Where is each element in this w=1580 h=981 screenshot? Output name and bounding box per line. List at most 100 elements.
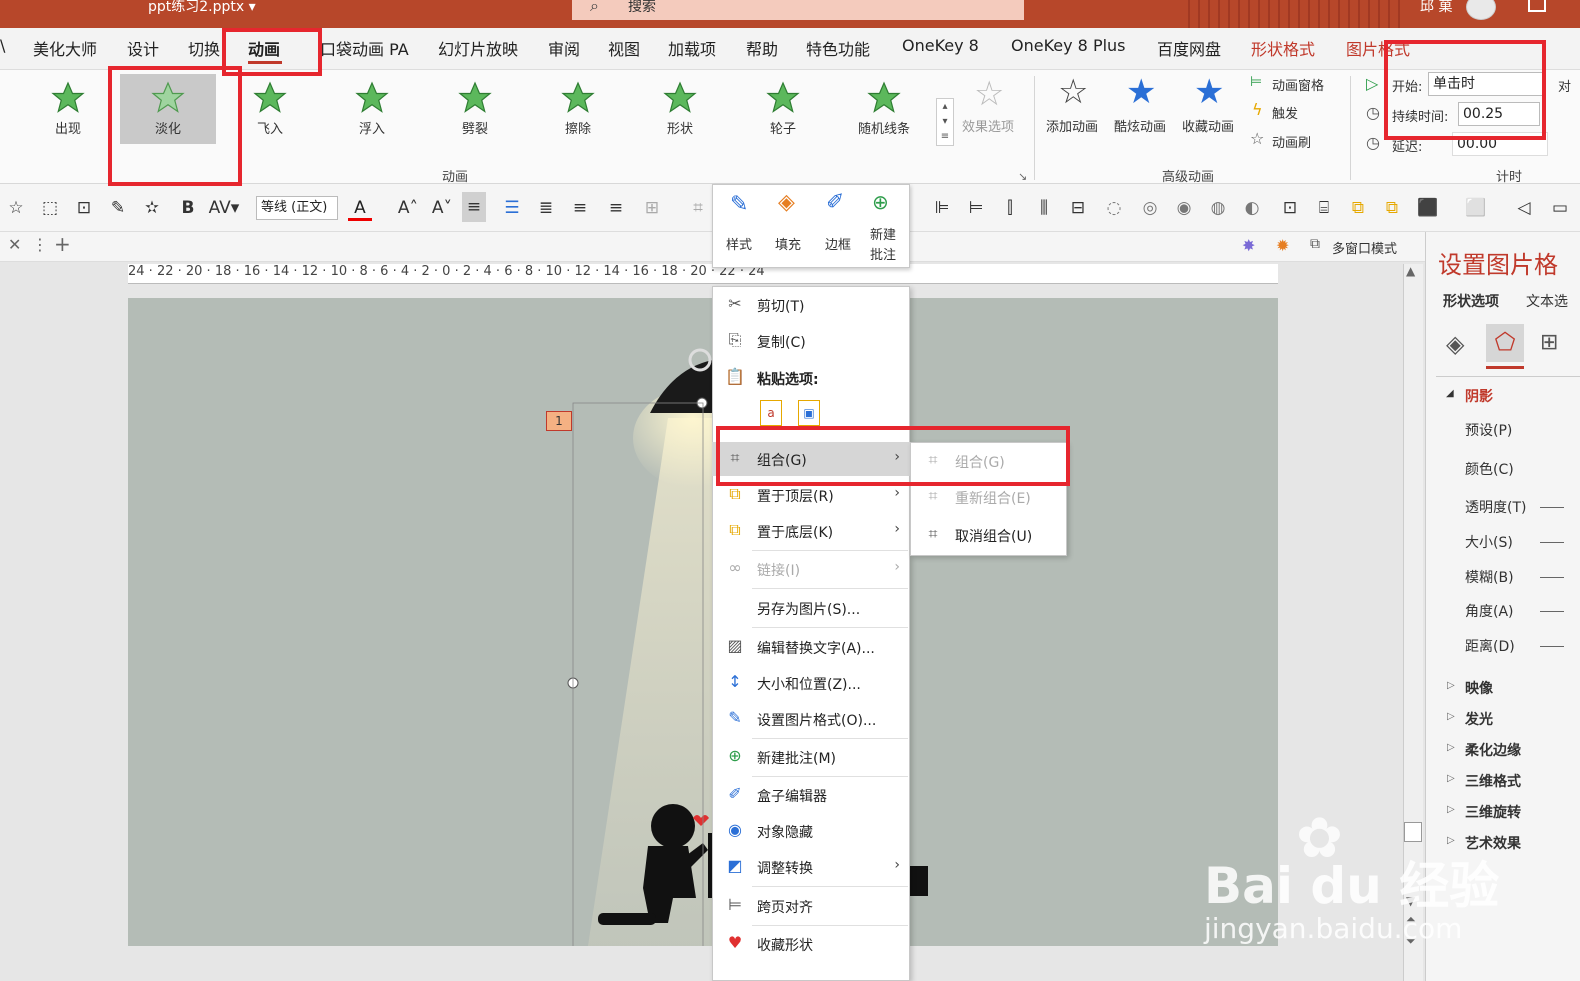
brush-icon[interactable]: ✎ [106, 198, 130, 218]
tab-slideshow[interactable]: 幻灯片放映 [438, 36, 518, 60]
menu-size-position[interactable]: ↕ 大小和位置(Z)... [712, 666, 910, 700]
distance-slider[interactable] [1540, 646, 1564, 647]
section-expand-icon[interactable]: ◢ [1446, 388, 1454, 399]
angle-slider[interactable] [1540, 611, 1564, 612]
align-right-icon[interactable]: ≡ [604, 198, 628, 218]
justify-icon[interactable]: ≣ [534, 198, 558, 218]
restore-icon[interactable] [1528, 0, 1546, 12]
fragment-icon[interactable]: ◍ [1206, 198, 1230, 218]
section-shadow[interactable]: 阴影 [1465, 386, 1493, 406]
align-left-icon[interactable]: ≡ [568, 198, 592, 218]
mini-fill-button[interactable]: 填充 [775, 234, 801, 253]
menu-new-comment[interactable]: ⊕ 新建批注(M) [712, 740, 910, 774]
size-slider[interactable] [1540, 542, 1564, 543]
anim-random-bars[interactable]: 随机线条 [836, 74, 932, 144]
tab-baidu-netdisk[interactable]: 百度网盘 [1157, 36, 1221, 60]
tab-addins[interactable]: 加载项 [668, 36, 716, 60]
tab-review[interactable]: 审阅 [548, 36, 580, 60]
close-tab-icon[interactable]: ✕ [8, 235, 21, 254]
menu-fav-shape[interactable]: ♥ 收藏形状 [712, 927, 910, 961]
dialog-launcher-icon[interactable]: ↘ [1018, 170, 1027, 183]
mini-style-button[interactable]: 样式 [726, 234, 752, 253]
anim-split[interactable]: 劈裂 [427, 74, 523, 144]
animation-order-tag[interactable]: 1 [546, 411, 572, 431]
tab-menu-icon[interactable]: ⋮ [32, 235, 48, 254]
section-reflection[interactable]: 映像 [1465, 678, 1493, 698]
table-icon[interactable]: ⊞ [640, 198, 664, 218]
group-shapes-icon[interactable]: ⊡ [1278, 198, 1302, 218]
multiwindow-button[interactable]: 多窗口模式 [1332, 238, 1397, 257]
menu-cross-page-align[interactable]: ⊨ 跨页对齐 [712, 889, 910, 923]
fav-animation-button[interactable]: 收藏动画 [1182, 116, 1234, 135]
font-name-select[interactable]: 等线 (正文) [256, 196, 338, 220]
blur-slider[interactable] [1540, 577, 1564, 578]
menu-edit-alt-text[interactable]: ▨ 编辑替换文字(A)... [712, 630, 910, 664]
magic-icon[interactable]: ✸ [1242, 236, 1255, 255]
distribute-h-icon[interactable]: ⫼ [1032, 198, 1056, 218]
anim-wipe[interactable]: 擦除 [530, 74, 626, 144]
merge-shapes-icon[interactable]: ◌ [1102, 198, 1126, 218]
tab-design[interactable]: 设计 [127, 36, 159, 60]
combine-icon[interactable]: ◉ [1172, 198, 1196, 218]
menu-save-as-picture[interactable]: 另存为图片(S)... [712, 591, 910, 625]
anim-star-icon[interactable]: ☆ [4, 198, 28, 218]
section-collapsed-icon[interactable]: ▷ [1447, 680, 1455, 691]
pane-tab-text[interactable]: 文本选 [1526, 291, 1568, 311]
distribute-v-icon[interactable]: ⊟ [1066, 198, 1090, 218]
align-objects-left-icon[interactable]: ⊫ [930, 198, 954, 218]
section-soft-edges[interactable]: 柔化边缘 [1465, 740, 1521, 760]
shape-outline-icon[interactable]: ⬜ [1464, 198, 1488, 218]
section-collapsed-icon[interactable]: ▷ [1447, 711, 1455, 722]
crop-icon[interactable]: ⌗ [686, 198, 710, 218]
effects-pentagon-icon[interactable]: ⬠ [1486, 324, 1524, 362]
mini-new-comment-line2[interactable]: 批注 [870, 244, 896, 263]
send-backward-icon[interactable]: ⧉ [1380, 198, 1404, 218]
trigger-button[interactable]: 触发 [1272, 103, 1298, 122]
shape-fill-icon[interactable]: ⬛ [1416, 198, 1440, 218]
align-objects-center-icon[interactable]: ⊨ [964, 198, 988, 218]
menu-hide-object[interactable]: ◉ 对象隐藏 [712, 814, 910, 848]
pane-tab-shape[interactable]: 形状选项 [1443, 291, 1499, 311]
section-collapsed-icon[interactable]: ▷ [1447, 804, 1455, 815]
star-effect-icon[interactable]: ✫ [140, 198, 164, 218]
tab-onekey8-plus[interactable]: OneKey 8 Plus [1011, 36, 1126, 55]
menu-box-editor[interactable]: ✐ 盒子编辑器 [712, 778, 910, 812]
menu-copy[interactable]: ⎘ 复制(C) [712, 324, 910, 358]
decrease-font-icon[interactable]: A˅ [430, 198, 454, 218]
char-spacing-icon[interactable]: AV▾ [206, 198, 242, 218]
tab-help[interactable]: 帮助 [746, 36, 778, 60]
section-collapsed-icon[interactable]: ▷ [1447, 742, 1455, 753]
document-title[interactable]: ppt练习2.pptx ▾ [148, 0, 256, 14]
anim-shape[interactable]: 形状 [632, 74, 728, 144]
slide-canvas[interactable] [128, 298, 1278, 969]
submenu-ungroup[interactable]: ⌗ 取消组合(U) [910, 518, 1067, 552]
select-icon[interactable]: ⬚ [38, 198, 62, 218]
section-3d-rotation[interactable]: 三维旋转 [1465, 802, 1521, 822]
reorder-partial[interactable]: 对 [1558, 76, 1571, 95]
anim-wheel[interactable]: 轮子 [735, 74, 831, 144]
menu-cut[interactable]: ✂ 剪切(T) [712, 288, 910, 322]
mini-border-button[interactable]: 边框 [825, 234, 851, 253]
tab-shape-format[interactable]: 形状格式 [1251, 36, 1315, 60]
fill-line-icon[interactable]: ◈ [1446, 330, 1464, 358]
paste-picture-icon[interactable]: ▣ [798, 400, 820, 426]
bold-icon[interactable]: B [176, 198, 200, 218]
more-icon[interactable]: ▭ [1548, 198, 1572, 218]
tab-transitions[interactable]: 切换 [188, 36, 220, 60]
menu-adjust-convert[interactable]: ◩ 调整转换 › [712, 850, 910, 884]
intersect-icon[interactable]: ◐ [1240, 198, 1264, 218]
tab-overflow-left[interactable]: \ [0, 36, 5, 55]
new-tab-icon[interactable]: + [54, 232, 71, 256]
anim-brush-button[interactable]: 动画刷 [1272, 132, 1311, 151]
section-3d-format[interactable]: 三维格式 [1465, 771, 1521, 791]
anim-float-in[interactable]: 浮入 [324, 74, 420, 144]
font-color-icon[interactable]: A [348, 198, 372, 221]
distribute-icon[interactable]: ☰ [500, 198, 524, 218]
add-animation-button[interactable]: 添加动画 [1046, 116, 1098, 135]
section-collapsed-icon[interactable]: ▷ [1447, 773, 1455, 784]
menu-send-back[interactable]: ⧉ 置于底层(K) › [712, 514, 910, 548]
ungroup-shapes-icon[interactable]: ⌸ [1312, 198, 1336, 218]
align-center-icon[interactable]: ≡ [462, 192, 486, 222]
scroll-up-icon[interactable]: ▲ [1406, 264, 1415, 278]
size-properties-icon[interactable]: ⊞ [1540, 330, 1558, 355]
